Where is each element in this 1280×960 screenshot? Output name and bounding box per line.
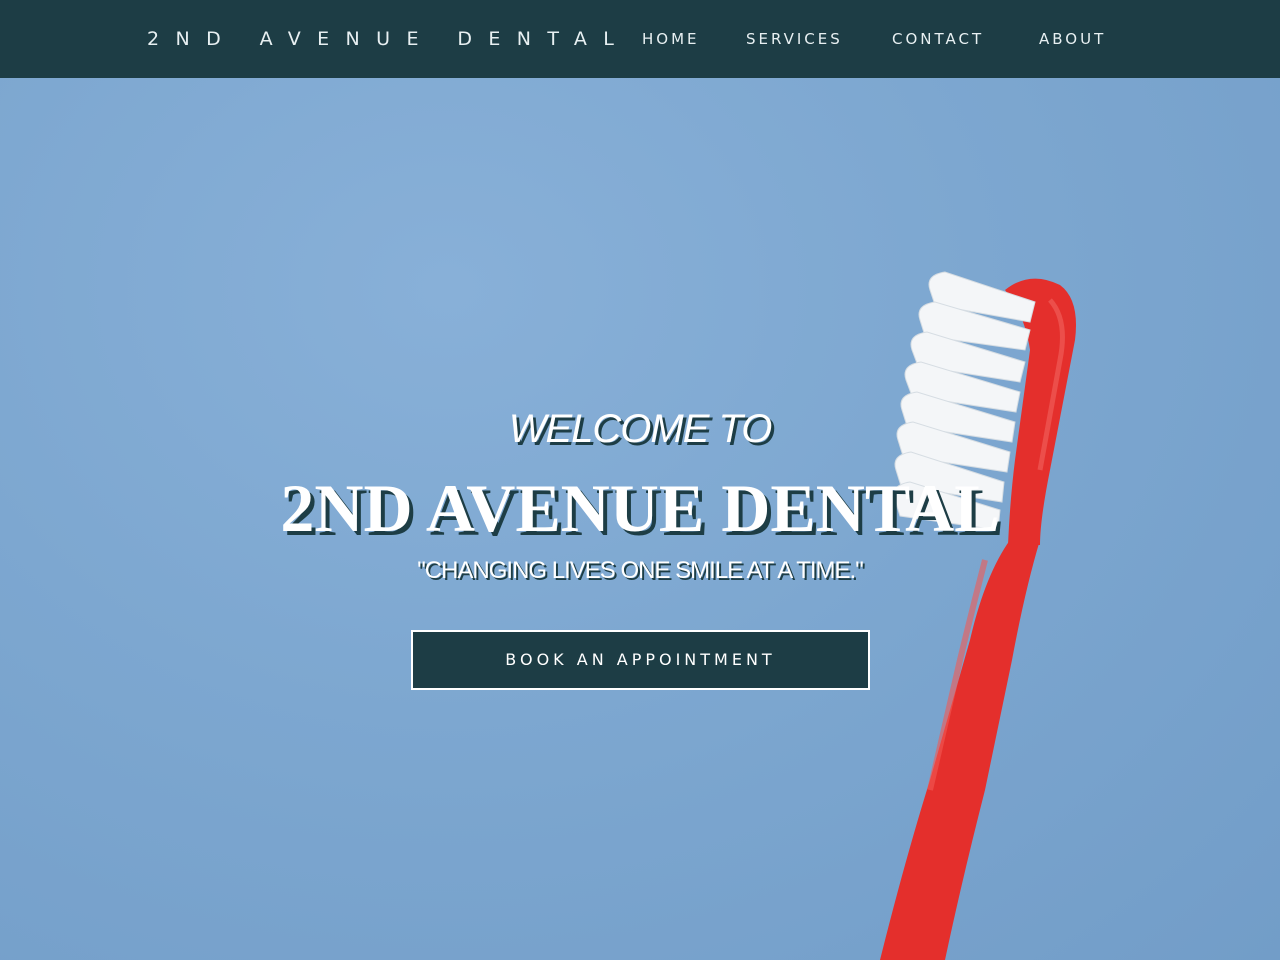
nav-about-link[interactable]: ABOUT — [1039, 30, 1106, 48]
nav-contact-link[interactable]: CONTACT — [892, 30, 984, 48]
nav-services-link[interactable]: SERVICES — [746, 30, 843, 48]
nav-home-link[interactable]: HOME — [642, 30, 700, 48]
brand-logo-text[interactable]: 2ND AVENUE DENTAL — [147, 27, 630, 51]
hero-title: 2ND AVENUE DENTAL — [280, 470, 1000, 546]
book-appointment-button[interactable]: BOOK AN APPOINTMENT — [411, 630, 870, 690]
top-navbar: 2ND AVENUE DENTAL HOME SERVICES CONTACT … — [0, 0, 1280, 78]
hero-tagline: "CHANGING LIVES ONE SMILE AT A TIME." — [417, 557, 864, 584]
hero-welcome-heading: WELCOME TO — [508, 407, 773, 451]
